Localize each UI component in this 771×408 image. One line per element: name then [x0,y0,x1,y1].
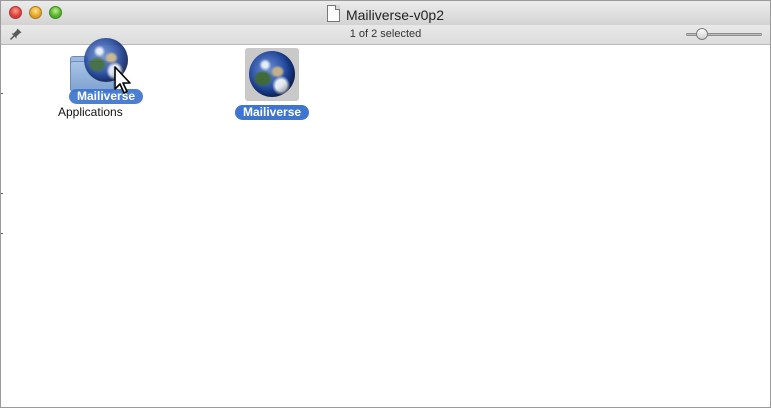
edge-mark [1,93,3,94]
finder-window: Mailiverse-v0p2 1 of 2 selected Applicat… [0,0,771,408]
window-title-group: Mailiverse-v0p2 [1,5,770,23]
title-bar[interactable]: Mailiverse-v0p2 [1,1,770,26]
slider-knob[interactable] [695,28,708,40]
window-title: Mailiverse-v0p2 [345,7,445,23]
edge-mark [1,233,3,234]
selection-status: 1 of 2 selected [349,28,422,40]
pointer-cursor-icon [114,66,131,94]
mailiverse-label[interactable]: Mailiverse [235,105,310,120]
icon-size-slider[interactable] [684,27,764,41]
globe-icon[interactable] [249,51,295,97]
edge-mark [1,193,3,194]
document-icon [326,5,340,22]
applications-label[interactable]: Applications [58,105,123,119]
